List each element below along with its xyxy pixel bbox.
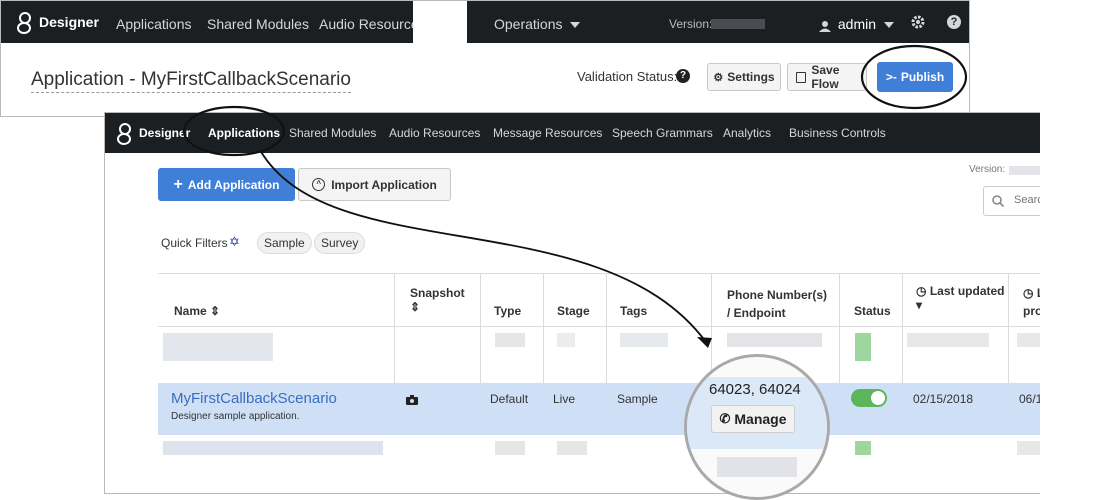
annotation-overlay [182, 44, 968, 348]
